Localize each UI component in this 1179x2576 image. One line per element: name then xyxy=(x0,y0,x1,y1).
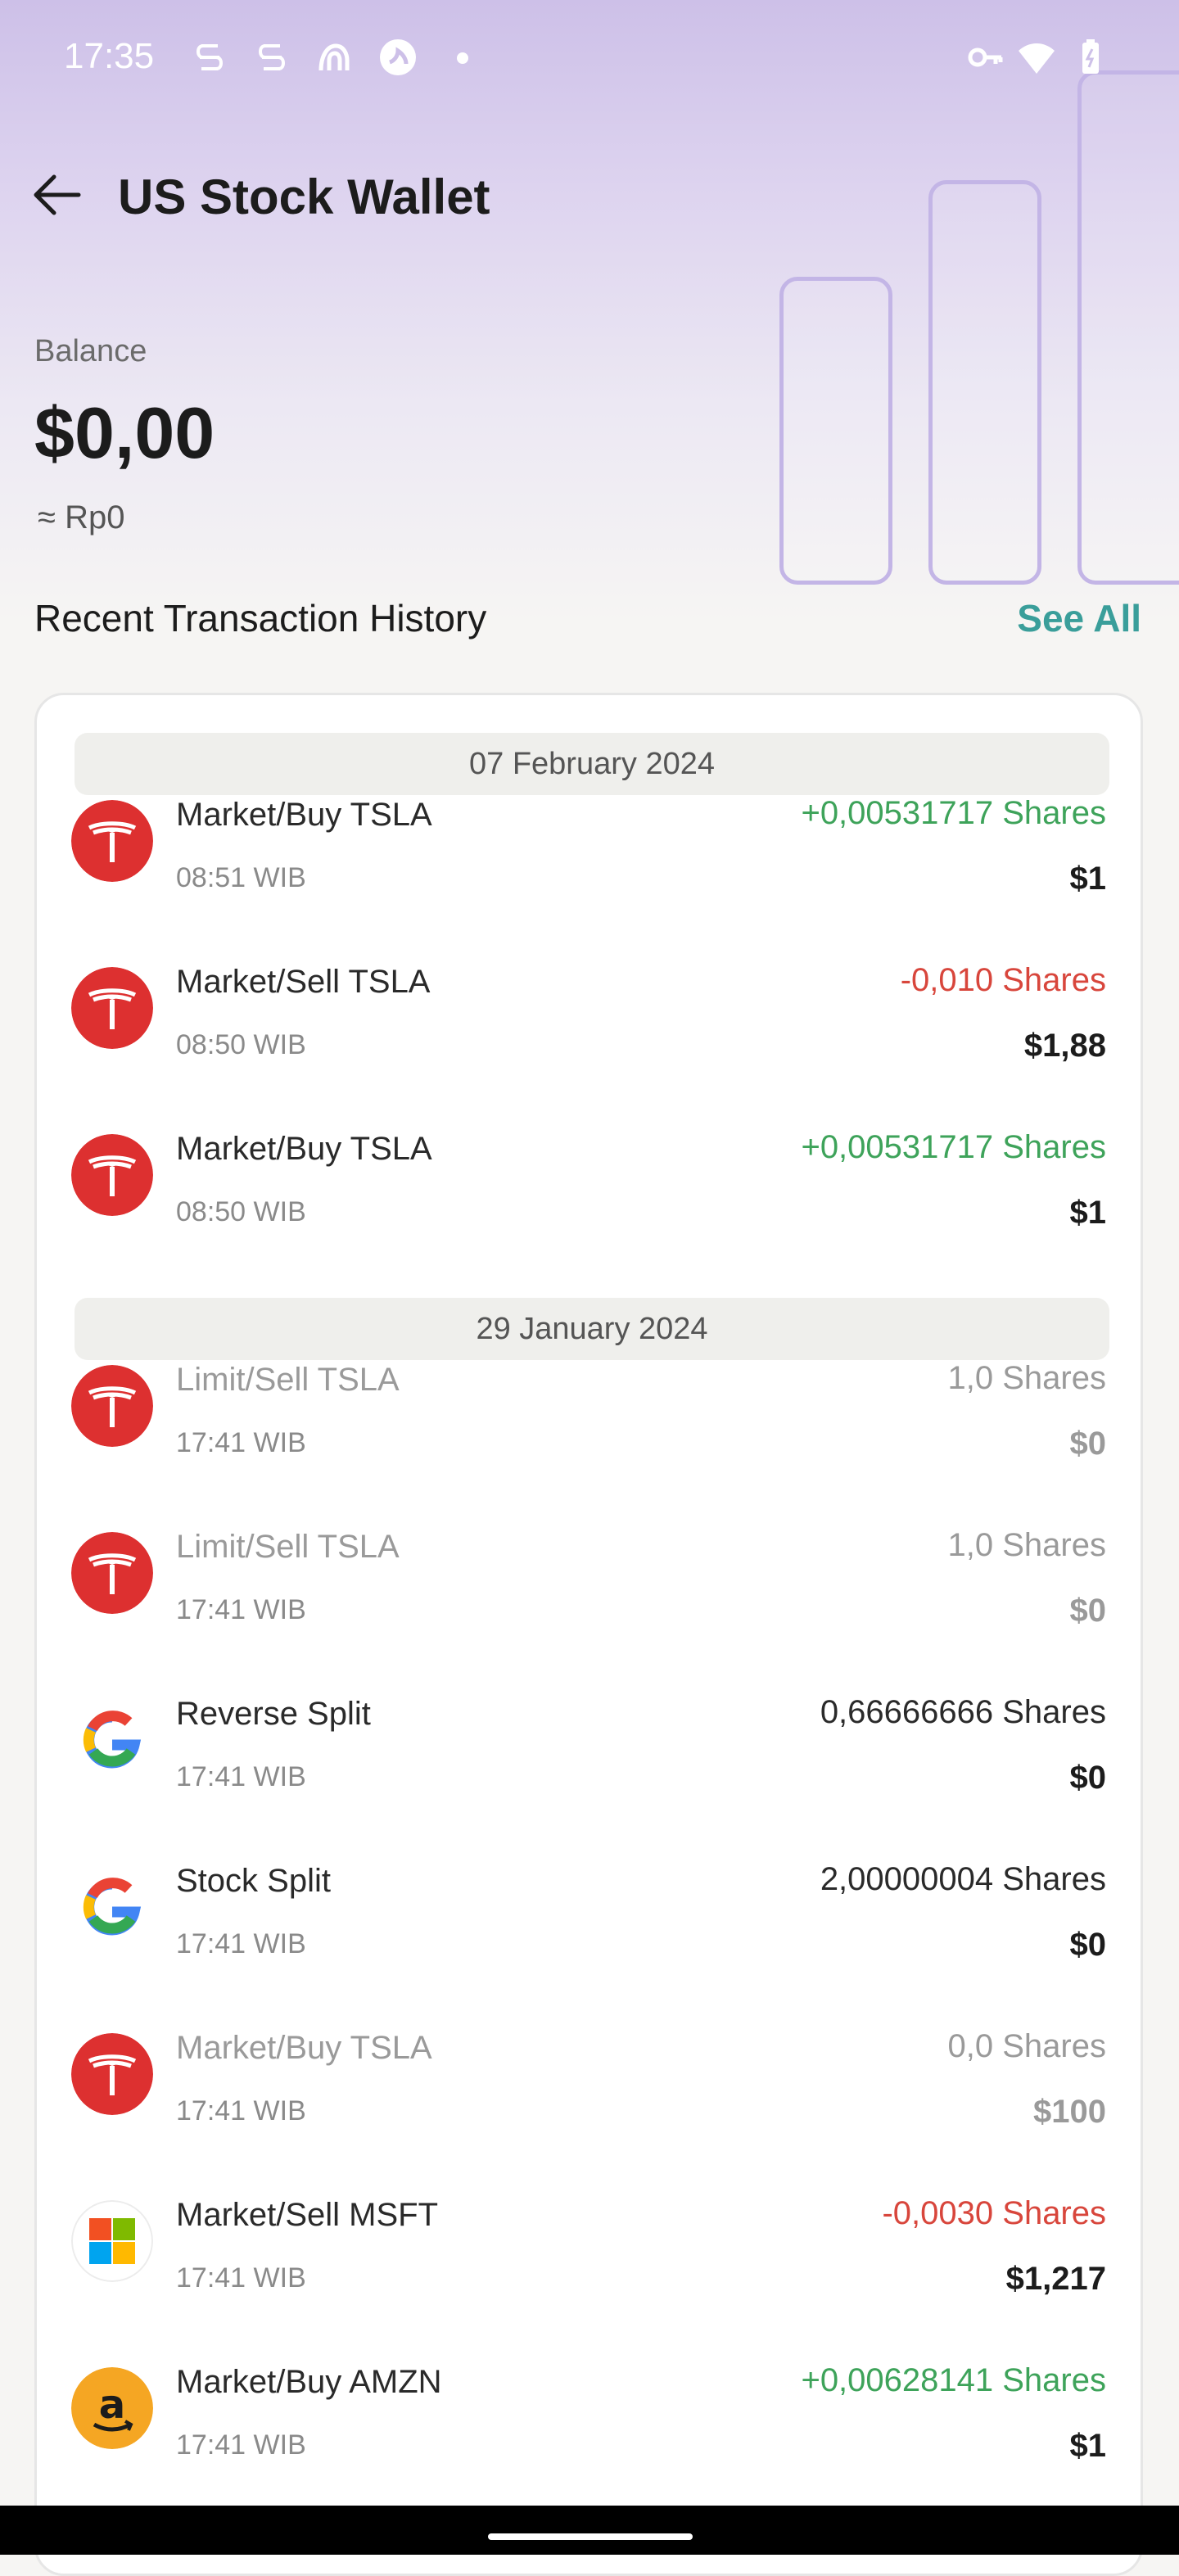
transaction-shares: 2,00000004 Shares xyxy=(820,1861,1106,1897)
tesla-icon xyxy=(71,2033,153,2115)
transaction-amount: $0 xyxy=(1069,1593,1107,1629)
amazon-icon: a xyxy=(71,2367,153,2449)
transaction-shares: 1,0 Shares xyxy=(947,1360,1106,1396)
tesla-icon xyxy=(71,800,153,882)
transaction-time: 17:41 WIB xyxy=(176,1928,306,1959)
transaction-amount: $1 xyxy=(1069,2428,1107,2464)
transaction-amount: $1 xyxy=(1069,1195,1107,1231)
decorative-bar xyxy=(928,180,1041,585)
transaction-time: 17:41 WIB xyxy=(176,2429,306,2461)
transaction-amount: $0 xyxy=(1069,1426,1107,1462)
google-icon xyxy=(71,1866,153,1948)
app-notification-icon xyxy=(378,38,418,77)
status-time: 17:35 xyxy=(64,36,155,76)
transaction-name: Stock Split xyxy=(176,1863,331,1899)
see-all-link[interactable]: See All xyxy=(1017,596,1141,640)
transaction-name: Limit/Sell TSLA xyxy=(176,1529,400,1565)
transaction-time: 17:41 WIB xyxy=(176,1594,306,1625)
transaction-time: 17:41 WIB xyxy=(176,1427,306,1458)
transaction-amount: $1 xyxy=(1069,861,1107,897)
more-notifications-icon xyxy=(457,52,468,64)
transaction-name: Market/Sell TSLA xyxy=(176,964,431,1000)
section-title: Recent Transaction History xyxy=(34,597,487,639)
transaction-amount: $0 xyxy=(1069,1760,1107,1796)
transaction-name: Limit/Sell TSLA xyxy=(176,1362,400,1398)
transaction-row[interactable]: Market/Sell MSFT 17:41 WIB -0,0030 Shares $… xyxy=(37,2171,1141,2338)
balance-approx-rupiah: ≈ Rp0 xyxy=(38,499,125,536)
battery-icon xyxy=(1071,38,1110,77)
balance-label: Balance xyxy=(34,334,147,368)
app-notification-icon xyxy=(190,38,229,77)
tesla-icon xyxy=(71,1532,153,1614)
transaction-shares: +0,00628141 Shares xyxy=(801,2362,1106,2398)
arrow-left-icon xyxy=(34,174,81,215)
transaction-shares: 0,66666666 Shares xyxy=(820,1694,1106,1730)
transaction-row[interactable]: Market/Buy TSLA 08:50 WIB +0,00531717 Shar… xyxy=(37,1105,1141,1272)
transaction-name: Market/Buy TSLA xyxy=(176,1131,432,1167)
app-notification-icon xyxy=(252,38,291,77)
transaction-name: Market/Buy AMZN xyxy=(176,2364,442,2400)
transaction-row[interactable]: Limit/Sell TSLA 17:41 WIB 1,0 Shares $0 xyxy=(37,1335,1141,1503)
transaction-row[interactable]: Stock Split 17:41 WIB 2,00000004 Shares $0 xyxy=(37,1837,1141,2004)
transaction-list-card: 07 February 2024 29 January 2024 Market/… xyxy=(34,693,1143,2576)
home-gesture-handle[interactable] xyxy=(488,2533,693,2540)
tesla-icon xyxy=(71,1365,153,1447)
transaction-name: Reverse Split xyxy=(176,1696,371,1732)
decorative-bar xyxy=(1077,70,1179,585)
google-icon xyxy=(71,1699,153,1781)
svg-text:a: a xyxy=(99,2382,125,2428)
transaction-shares: -0,0030 Shares xyxy=(882,2195,1106,2231)
transaction-amount: $1,217 xyxy=(1005,2261,1106,2297)
transaction-shares: 0,0 Shares xyxy=(947,2028,1106,2064)
transaction-amount: $0 xyxy=(1069,1927,1107,1963)
transaction-time: 08:51 WIB xyxy=(176,862,306,893)
transaction-row[interactable]: Reverse Split 17:41 WIB 0,66666666 Shares $… xyxy=(37,1670,1141,1837)
transaction-shares: 1,0 Shares xyxy=(947,1527,1106,1563)
transaction-row[interactable]: Limit/Sell TSLA 17:41 WIB 1,0 Shares $0 xyxy=(37,1503,1141,1670)
transaction-row[interactable]: a Market/Buy AMZN 17:41 WIB +0,00628141 Sha… xyxy=(37,2338,1141,2505)
back-button[interactable] xyxy=(29,167,85,223)
transaction-row[interactable]: Market/Sell TSLA 08:50 WIB -0,010 Shares $1… xyxy=(37,938,1141,1105)
transaction-time: 17:41 WIB xyxy=(176,1761,306,1792)
decorative-bar xyxy=(779,277,892,585)
status-bar: 17:35 xyxy=(0,0,1179,115)
microsoft-icon xyxy=(71,2200,153,2282)
transaction-amount: $100 xyxy=(1033,2094,1106,2130)
transaction-row[interactable]: Market/Buy TSLA 17:41 WIB 0,0 Shares $100 xyxy=(37,2004,1141,2171)
transaction-shares: +0,00531717 Shares xyxy=(801,795,1106,831)
transaction-time: 17:41 WIB xyxy=(176,2262,306,2294)
transaction-name: Market/Buy TSLA xyxy=(176,797,432,833)
app-notification-icon xyxy=(314,38,354,77)
transaction-time: 17:41 WIB xyxy=(176,2095,306,2126)
transaction-time: 08:50 WIB xyxy=(176,1196,306,1227)
transaction-shares: -0,010 Shares xyxy=(900,962,1106,998)
transaction-shares: +0,00531717 Shares xyxy=(801,1129,1106,1165)
transaction-name: Market/Sell MSFT xyxy=(176,2197,439,2233)
transaction-time: 08:50 WIB xyxy=(176,1029,306,1060)
transaction-name: Market/Buy TSLA xyxy=(176,2030,432,2066)
tesla-icon xyxy=(71,1134,153,1216)
page-title: US Stock Wallet xyxy=(118,169,490,224)
vpn-key-icon xyxy=(966,38,1005,77)
navigation-bar xyxy=(0,2506,1179,2555)
wifi-icon xyxy=(1017,38,1056,77)
transaction-row[interactable]: Market/Buy TSLA 08:51 WIB +0,00531717 Shar… xyxy=(37,771,1141,938)
transaction-amount: $1,88 xyxy=(1023,1028,1106,1064)
balance-value: $0,00 xyxy=(34,392,215,473)
tesla-icon xyxy=(71,967,153,1049)
